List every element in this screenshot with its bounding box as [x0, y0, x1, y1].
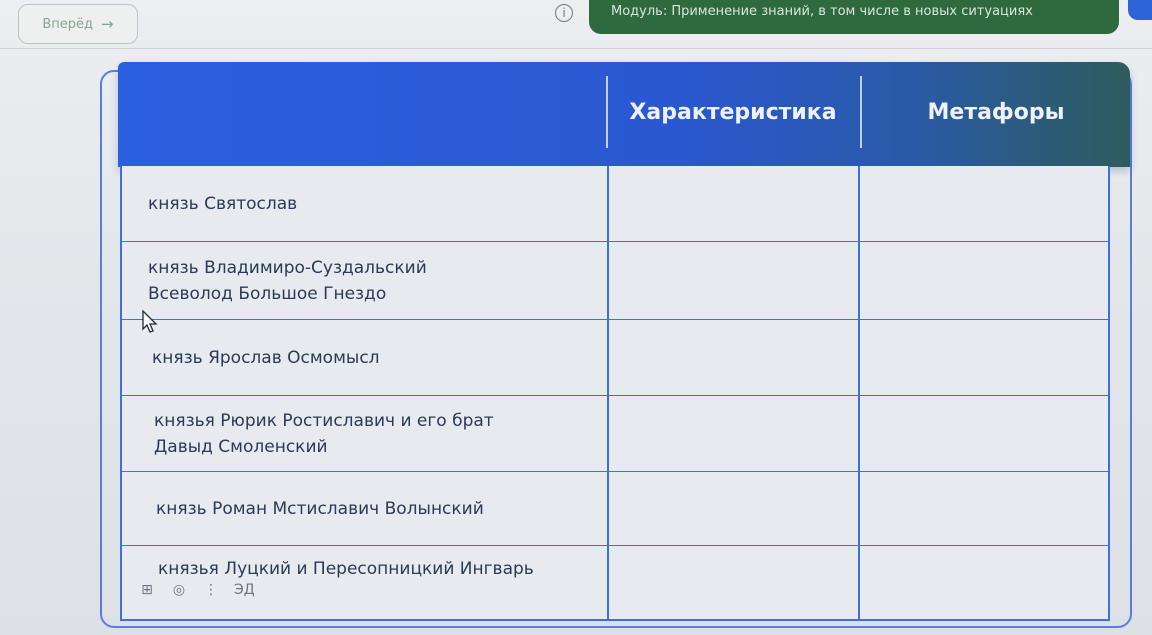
module-badge: Модуль: Применение знаний, в том числе в…: [589, 0, 1119, 34]
table-row: князь Владимиро-Суздальский Всеволод Бол…: [122, 242, 1110, 320]
bottom-toolbar: ⊞ ◎ ⋮ ЭД: [138, 580, 255, 600]
table-row: князья Рюрик Ростиславич и его брат Давы…: [122, 396, 1110, 472]
table-row: князья Луцкий и Пересопницкий Ингварь: [122, 546, 1110, 621]
prince-name-cell: князь Ярослав Осмомысл: [152, 347, 380, 368]
screen: Вперёд → i Модуль: Применение знаний, в …: [0, 0, 1152, 635]
table-row: князь Ярослав Осмомысл: [122, 320, 1110, 396]
more-icon[interactable]: ⋮: [202, 580, 220, 600]
table-body: князь Святослав князь Владимиро-Суздальс…: [120, 166, 1110, 621]
table-row: князь Роман Мстиславич Волынский: [122, 472, 1110, 546]
arrow-right-icon: →: [101, 15, 114, 33]
prince-name-cell: князь Владимиро-Суздальский Всеволод Бол…: [148, 257, 427, 304]
prince-name-cell: князь Роман Мстиславич Волынский: [156, 498, 484, 519]
table-header: Характеристика Метафоры: [118, 62, 1130, 167]
forward-button[interactable]: Вперёд →: [18, 4, 138, 44]
grid-icon[interactable]: ⊞: [138, 580, 156, 600]
edge-button[interactable]: [1128, 0, 1152, 20]
info-icon[interactable]: i: [555, 4, 573, 22]
header-cell-metaphors: Метафоры: [927, 99, 1065, 125]
prince-name-cell: князья Рюрик Ростиславич и его брат Давы…: [154, 410, 494, 457]
header-cell-empty: [118, 62, 606, 162]
prince-name-cell: князь Святослав: [148, 193, 298, 214]
mouse-cursor-icon: [142, 310, 158, 333]
tool-label[interactable]: ЭД: [234, 580, 255, 600]
forward-button-label: Вперёд: [42, 16, 94, 32]
header-cell-characteristic: Характеристика: [629, 99, 837, 125]
divider: [0, 48, 1152, 49]
table-row: князь Святослав: [122, 166, 1110, 242]
target-icon[interactable]: ◎: [170, 580, 188, 600]
module-text: Модуль: Применение знаний, в том числе в…: [611, 4, 1033, 19]
